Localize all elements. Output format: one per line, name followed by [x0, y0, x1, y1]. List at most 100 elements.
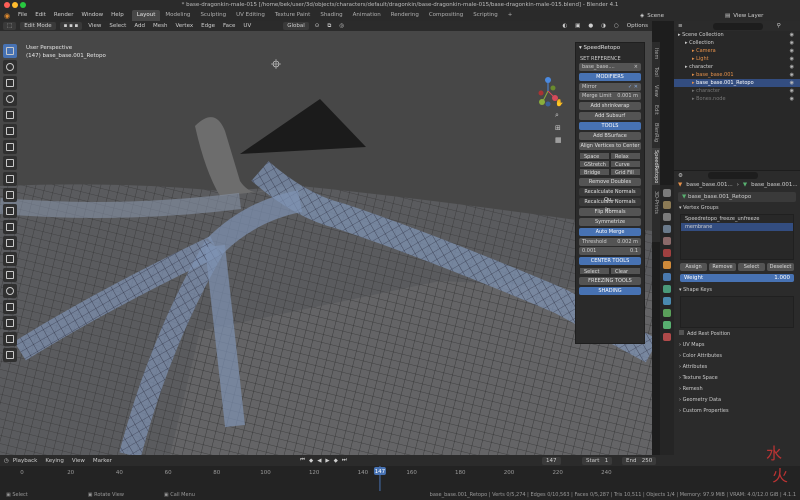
spin-tool-icon[interactable]: [3, 284, 17, 298]
physics-properties-icon[interactable]: [663, 297, 671, 305]
zoom-icon[interactable]: ⌕: [555, 111, 564, 120]
move-tool-icon[interactable]: [3, 76, 17, 90]
menu-edge[interactable]: Edge: [197, 21, 219, 31]
menu-edit[interactable]: Edit: [31, 10, 50, 21]
add-shrinkwrap-button[interactable]: Add shrinkwrap: [579, 102, 641, 110]
vertex-group-item[interactable]: membrane: [681, 223, 793, 231]
speedretopo-panel-header[interactable]: ▾ SpeedRetopo: [576, 43, 644, 53]
menu-marker[interactable]: Marker: [89, 456, 116, 466]
menu-mesh[interactable]: Mesh: [149, 21, 171, 31]
tab-compositing[interactable]: Compositing: [424, 10, 468, 21]
edge-slide-tool-icon[interactable]: [3, 316, 17, 330]
outliner-row[interactable]: ▸ Collection ◉: [674, 39, 800, 47]
grid-fill-button[interactable]: Grid Fill: [610, 168, 641, 176]
shading-material-icon[interactable]: ◑: [597, 21, 610, 31]
3d-viewport[interactable]: User Perspective (147) base_base.001_Ret…: [0, 31, 652, 455]
particles-properties-icon[interactable]: [663, 285, 671, 293]
properties-section-header[interactable]: › Attributes: [674, 363, 800, 372]
symmetrize-button[interactable]: Symmetrize: [579, 218, 641, 226]
menu-uv[interactable]: UV: [239, 21, 255, 31]
pan-hand-icon[interactable]: ✋: [555, 99, 564, 107]
transform-orientation-dropdown[interactable]: Global: [283, 22, 309, 30]
menu-select[interactable]: Select: [105, 21, 130, 31]
material-properties-icon[interactable]: [663, 333, 671, 341]
menu-help[interactable]: Help: [107, 10, 128, 21]
modifier-properties-icon[interactable]: [663, 273, 671, 281]
outliner-row[interactable]: ▸ Bones.node ◉: [674, 95, 800, 103]
constraints-properties-icon[interactable]: [663, 309, 671, 317]
add-cube-tool-icon[interactable]: [3, 172, 17, 186]
add-bsurface-button[interactable]: Add BSurface: [579, 132, 641, 140]
current-frame-field[interactable]: 147: [542, 456, 561, 465]
tab-speedretopo[interactable]: SpeedRetopo: [652, 147, 660, 186]
snap-icon[interactable]: ⧉: [323, 21, 335, 31]
clear-reference-icon[interactable]: ×: [634, 63, 638, 71]
recalc-normals-out-button[interactable]: Recalculate Normals Ou...: [579, 188, 641, 203]
render-properties-icon[interactable]: [663, 201, 671, 209]
editor-type-icon[interactable]: ⬚: [3, 22, 17, 30]
extrude-tool-icon[interactable]: [3, 188, 17, 202]
tab-shading[interactable]: Shading: [315, 10, 347, 21]
shading-solid-icon[interactable]: ●: [584, 21, 597, 31]
proportional-edit-icon[interactable]: ◎: [335, 21, 348, 31]
blender-logo-icon[interactable]: ◉: [0, 12, 14, 20]
jump-start-icon[interactable]: ⏮: [300, 457, 305, 464]
tab-blenrig[interactable]: BlenRig: [652, 121, 660, 144]
properties-section-header[interactable]: › Color Attributes: [674, 352, 800, 361]
properties-section-header[interactable]: › Custom Properties: [674, 407, 800, 416]
center-clear-button[interactable]: Clear: [610, 267, 641, 275]
properties-section-header[interactable]: › Remesh: [674, 385, 800, 394]
add-subsurf-button[interactable]: Add Subsurf: [579, 112, 641, 120]
scene-properties-icon[interactable]: [663, 237, 671, 245]
tab-3d-prints[interactable]: 3D-Prints: [652, 189, 660, 216]
menu-vertex[interactable]: Vertex: [171, 21, 197, 31]
prev-key-icon[interactable]: ◆: [309, 458, 313, 464]
recalc-normals-in-button[interactable]: Recalculate Normals In...: [579, 198, 641, 213]
xray-icon[interactable]: ▣: [571, 21, 584, 31]
visibility-eye-icon[interactable]: ◉: [790, 79, 794, 87]
reference-object-field[interactable]: base_base.... ×: [579, 63, 641, 71]
deselect-button[interactable]: Deselect: [767, 263, 794, 271]
next-key-icon[interactable]: ◆: [334, 458, 338, 464]
menu-face[interactable]: Face: [219, 21, 239, 31]
minimize-window-icon[interactable]: [12, 2, 18, 8]
knife-tool-icon[interactable]: [3, 252, 17, 266]
select-box-tool-icon[interactable]: [3, 44, 17, 58]
visibility-eye-icon[interactable]: ◉: [790, 31, 794, 39]
shrink-tool-icon[interactable]: [3, 332, 17, 346]
visibility-eye-icon[interactable]: ◉: [790, 39, 794, 47]
menu-window[interactable]: Window: [77, 10, 107, 21]
shape-keys-list[interactable]: [680, 296, 794, 328]
add-workspace-button[interactable]: +: [503, 10, 518, 21]
select-button[interactable]: Select: [738, 263, 765, 271]
menu-playback[interactable]: Playback: [9, 456, 42, 466]
poly-build-tool-icon[interactable]: [3, 268, 17, 282]
tab-view[interactable]: View: [652, 83, 660, 99]
pivot-icon[interactable]: ⊙: [311, 21, 324, 31]
object-properties-icon[interactable]: [663, 261, 671, 269]
camera-view-icon[interactable]: ⊞: [555, 124, 564, 132]
center-select-button[interactable]: Select: [579, 267, 610, 275]
shading-render-icon[interactable]: ○: [610, 21, 623, 31]
threshold-field[interactable]: Threshold 0.002 m: [579, 238, 641, 246]
shape-keys-panel-header[interactable]: ▾ Shape Keys: [674, 286, 800, 295]
overlays-icon[interactable]: ◐: [558, 21, 571, 31]
timeline-area[interactable]: 0 20 40 60 80 100 120 140 160 180 200 220 240 147 水 火: [0, 444, 800, 491]
weight-slider[interactable]: Weight 1.000: [680, 274, 794, 282]
add-rest-position-checkbox[interactable]: [679, 330, 684, 335]
merge-limit-field[interactable]: Merge Limit 0.001 m: [579, 92, 641, 100]
properties-section-header[interactable]: › UV Maps: [674, 341, 800, 350]
vertex-group-item[interactable]: Speedretopo_freeze_unfreeze: [681, 215, 793, 223]
vertex-groups-panel-header[interactable]: ▾ Vertex Groups: [674, 204, 800, 213]
end-frame-field[interactable]: End 250: [622, 456, 657, 465]
assign-button[interactable]: Assign: [680, 263, 707, 271]
relax-button[interactable]: Relax: [610, 152, 641, 160]
double-value-field[interactable]: 0.001 0.1: [579, 247, 641, 255]
visibility-eye-icon[interactable]: ◉: [790, 63, 794, 71]
properties-search-input[interactable]: [707, 172, 758, 179]
bevel-tool-icon[interactable]: [3, 220, 17, 234]
loop-cut-tool-icon[interactable]: [3, 236, 17, 250]
auto-merge-toggle[interactable]: Auto Merge: [579, 228, 641, 236]
tab-tool[interactable]: Tool: [652, 65, 660, 79]
tab-uv-editing[interactable]: UV Editing: [231, 10, 270, 21]
